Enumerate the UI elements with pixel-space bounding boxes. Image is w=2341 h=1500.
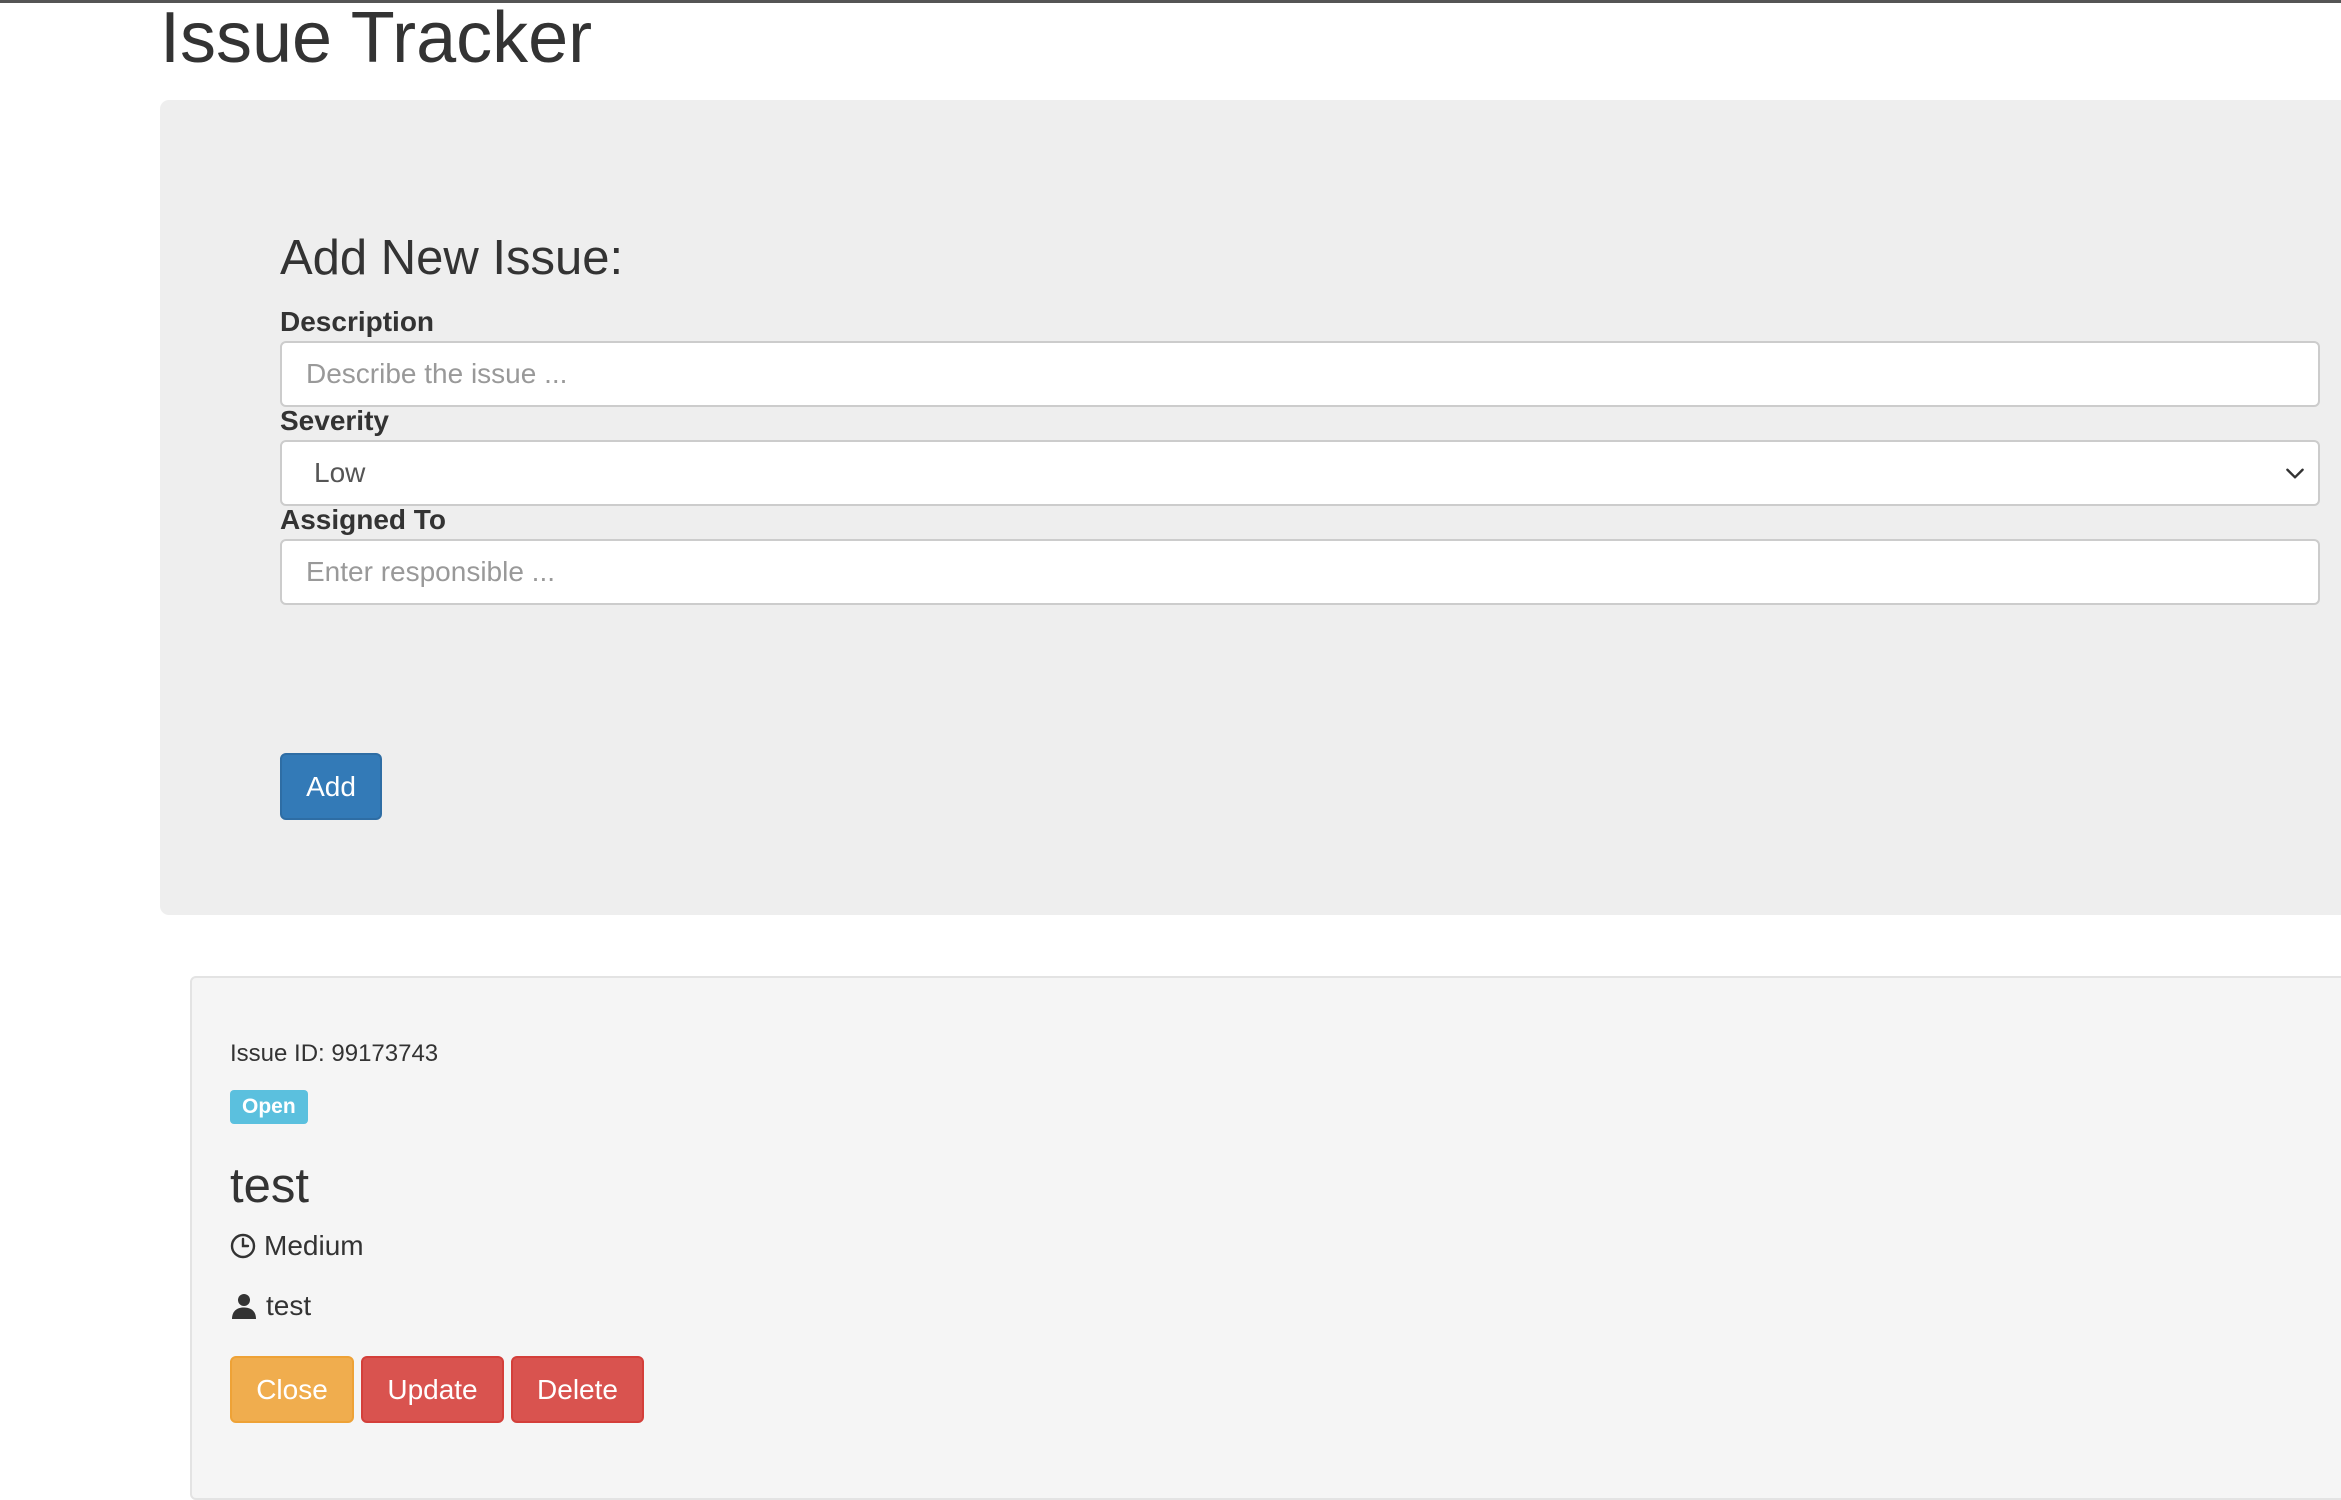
status-badge: Open — [230, 1090, 308, 1124]
page-title: Issue Tracker — [160, 0, 593, 78]
delete-button[interactable]: Delete — [511, 1356, 644, 1423]
form-heading: Add New Issue: — [280, 231, 624, 285]
severity-select[interactable]: Low — [280, 440, 2320, 506]
issue-title: test — [230, 1159, 309, 1213]
description-label: Description — [280, 306, 435, 337]
description-input[interactable] — [280, 341, 2320, 407]
issue-id: Issue ID: 99173743 — [230, 1040, 439, 1067]
close-button[interactable]: Close — [230, 1356, 354, 1423]
update-button[interactable]: Update — [361, 1356, 504, 1423]
add-issue-panel: Add New Issue: Description Severity Low … — [160, 100, 2341, 915]
issue-assignee-text: test — [266, 1290, 312, 1321]
assigned-to-label: Assigned To — [280, 504, 446, 535]
clock-icon — [230, 1233, 256, 1259]
chevron-down-icon — [2286, 468, 2304, 479]
issue-card: Issue ID: 99173743 Open test Medium test… — [190, 976, 2341, 1500]
issue-severity-text: Medium — [264, 1230, 364, 1261]
user-icon — [232, 1294, 256, 1319]
add-button[interactable]: Add — [280, 753, 382, 820]
severity-select-value: Low — [314, 457, 366, 488]
severity-label: Severity — [280, 405, 389, 436]
issue-assignee: test — [230, 1290, 311, 1322]
assigned-to-input[interactable] — [280, 539, 2320, 605]
issue-severity: Medium — [230, 1230, 364, 1262]
